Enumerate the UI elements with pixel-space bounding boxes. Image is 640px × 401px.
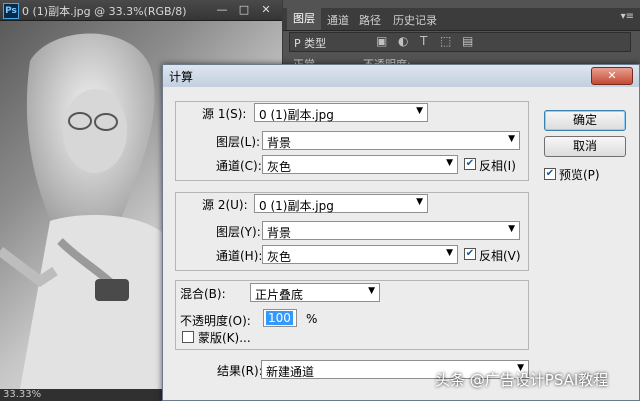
- source2-label: 源 2(U):: [202, 198, 248, 212]
- blending-mode-value: 正片叠底: [255, 288, 304, 302]
- pixel-filter-icon[interactable]: ▣: [376, 34, 387, 48]
- opacity-input[interactable]: 100: [263, 309, 297, 327]
- document-title: 0 (1)副本.jpg @ 33.3%(RGB/8): [22, 5, 187, 18]
- opacity-value: 100: [266, 311, 293, 325]
- watermark-text: 头条 @广告设计PSAI教程: [435, 371, 609, 389]
- panel-tabbar: 图层 通道 路径 历史记录 ▾≡: [283, 8, 640, 31]
- source1-select[interactable]: 0 (1)副本.jpg ▼: [254, 103, 428, 122]
- source1-label: 源 1(S):: [202, 107, 247, 121]
- preview-label: 预览(P): [559, 168, 600, 182]
- dialog-title: 计算: [169, 70, 194, 84]
- source2-channel-select[interactable]: 灰色 ▼: [262, 245, 458, 264]
- source2-channel-value: 灰色: [267, 250, 292, 264]
- source1-channel-value: 灰色: [267, 160, 292, 174]
- source2-layer-label: 图层(Y):: [216, 225, 261, 239]
- source1-layer-label: 图层(L):: [216, 135, 261, 149]
- preview-checkbox[interactable]: ✔: [544, 168, 556, 180]
- opacity-unit: %: [306, 312, 318, 326]
- tab-paths[interactable]: 路径: [359, 12, 381, 28]
- layer-filter-bar[interactable]: P 类型 ▣ ◐ T ⬚ ▤: [289, 32, 631, 52]
- maximize-icon[interactable]: □: [236, 2, 252, 17]
- close-document-icon[interactable]: ✕: [258, 2, 274, 17]
- chevron-down-icon: ▼: [446, 158, 453, 168]
- source1-value: 0 (1)副本.jpg: [259, 108, 334, 122]
- chevron-down-icon: ▼: [508, 134, 515, 144]
- blending-mode-select[interactable]: 正片叠底 ▼: [250, 283, 380, 302]
- source2-select[interactable]: 0 (1)副本.jpg ▼: [254, 194, 428, 213]
- source2-layer-select[interactable]: 背景 ▼: [262, 221, 520, 240]
- source2-layer-value: 背景: [267, 226, 292, 240]
- chevron-down-icon: ▼: [416, 197, 423, 207]
- adjustment-filter-icon[interactable]: ◐: [398, 34, 408, 48]
- mask-checkbox[interactable]: [182, 331, 194, 343]
- calculations-dialog: 计算 ✕ 源 1(S): 0 (1)副本.jpg ▼ 图层(L): 背景 ▼ 通…: [162, 64, 640, 401]
- tab-channels[interactable]: 通道: [327, 12, 349, 28]
- result-value: 新建通道: [266, 365, 315, 379]
- panel-menu-icon[interactable]: ▾≡: [621, 11, 634, 22]
- minimize-icon[interactable]: —: [214, 2, 230, 17]
- photoshop-logo-icon: Ps: [3, 3, 19, 19]
- source2-value: 0 (1)副本.jpg: [259, 199, 334, 213]
- chevron-down-icon: ▼: [446, 248, 453, 258]
- source1-channel-select[interactable]: 灰色 ▼: [262, 155, 458, 174]
- cancel-button[interactable]: 取消: [544, 136, 626, 157]
- source1-group: 源 1(S): 0 (1)副本.jpg ▼ 图层(L): 背景 ▼ 通道(C):…: [175, 101, 529, 181]
- opacity-label: 不透明度(O):: [180, 314, 251, 328]
- source2-channel-label: 通道(H):: [216, 249, 263, 263]
- chevron-down-icon: ▼: [416, 106, 423, 116]
- source1-invert-label: 反相(I): [479, 159, 516, 173]
- source2-group: 源 2(U): 0 (1)副本.jpg ▼ 图层(Y): 背景 ▼ 通道(H):…: [175, 192, 529, 271]
- result-label: 结果(R):: [217, 364, 263, 378]
- filter-kind-label[interactable]: P 类型: [294, 35, 326, 51]
- dialog-titlebar: 计算 ✕: [163, 65, 639, 87]
- source1-channel-label: 通道(C):: [216, 159, 262, 173]
- ok-button[interactable]: 确定: [544, 110, 626, 131]
- mask-label: 蒙版(K)...: [198, 331, 251, 345]
- shape-filter-icon[interactable]: ⬚: [440, 34, 451, 48]
- source1-layer-select[interactable]: 背景 ▼: [262, 131, 520, 150]
- tab-layers[interactable]: 图层: [287, 8, 321, 30]
- smart-object-filter-icon[interactable]: ▤: [462, 34, 473, 48]
- blending-label: 混合(B):: [180, 287, 226, 301]
- tab-history[interactable]: 历史记录: [393, 12, 437, 28]
- type-filter-icon[interactable]: T: [420, 34, 427, 48]
- source1-layer-value: 背景: [267, 136, 292, 150]
- blending-group: 混合(B): 正片叠底 ▼ 不透明度(O): % 蒙版(K)...: [175, 280, 529, 350]
- source2-invert-label: 反相(V): [479, 249, 521, 263]
- document-titlebar: Ps 0 (1)副本.jpg @ 33.3%(RGB/8) — □ ✕: [0, 0, 282, 21]
- dialog-close-button[interactable]: ✕: [591, 67, 633, 85]
- source2-invert-checkbox[interactable]: ✔: [464, 248, 476, 260]
- chevron-down-icon: ▼: [368, 286, 375, 296]
- chevron-down-icon: ▼: [508, 224, 515, 234]
- source1-invert-checkbox[interactable]: ✔: [464, 158, 476, 170]
